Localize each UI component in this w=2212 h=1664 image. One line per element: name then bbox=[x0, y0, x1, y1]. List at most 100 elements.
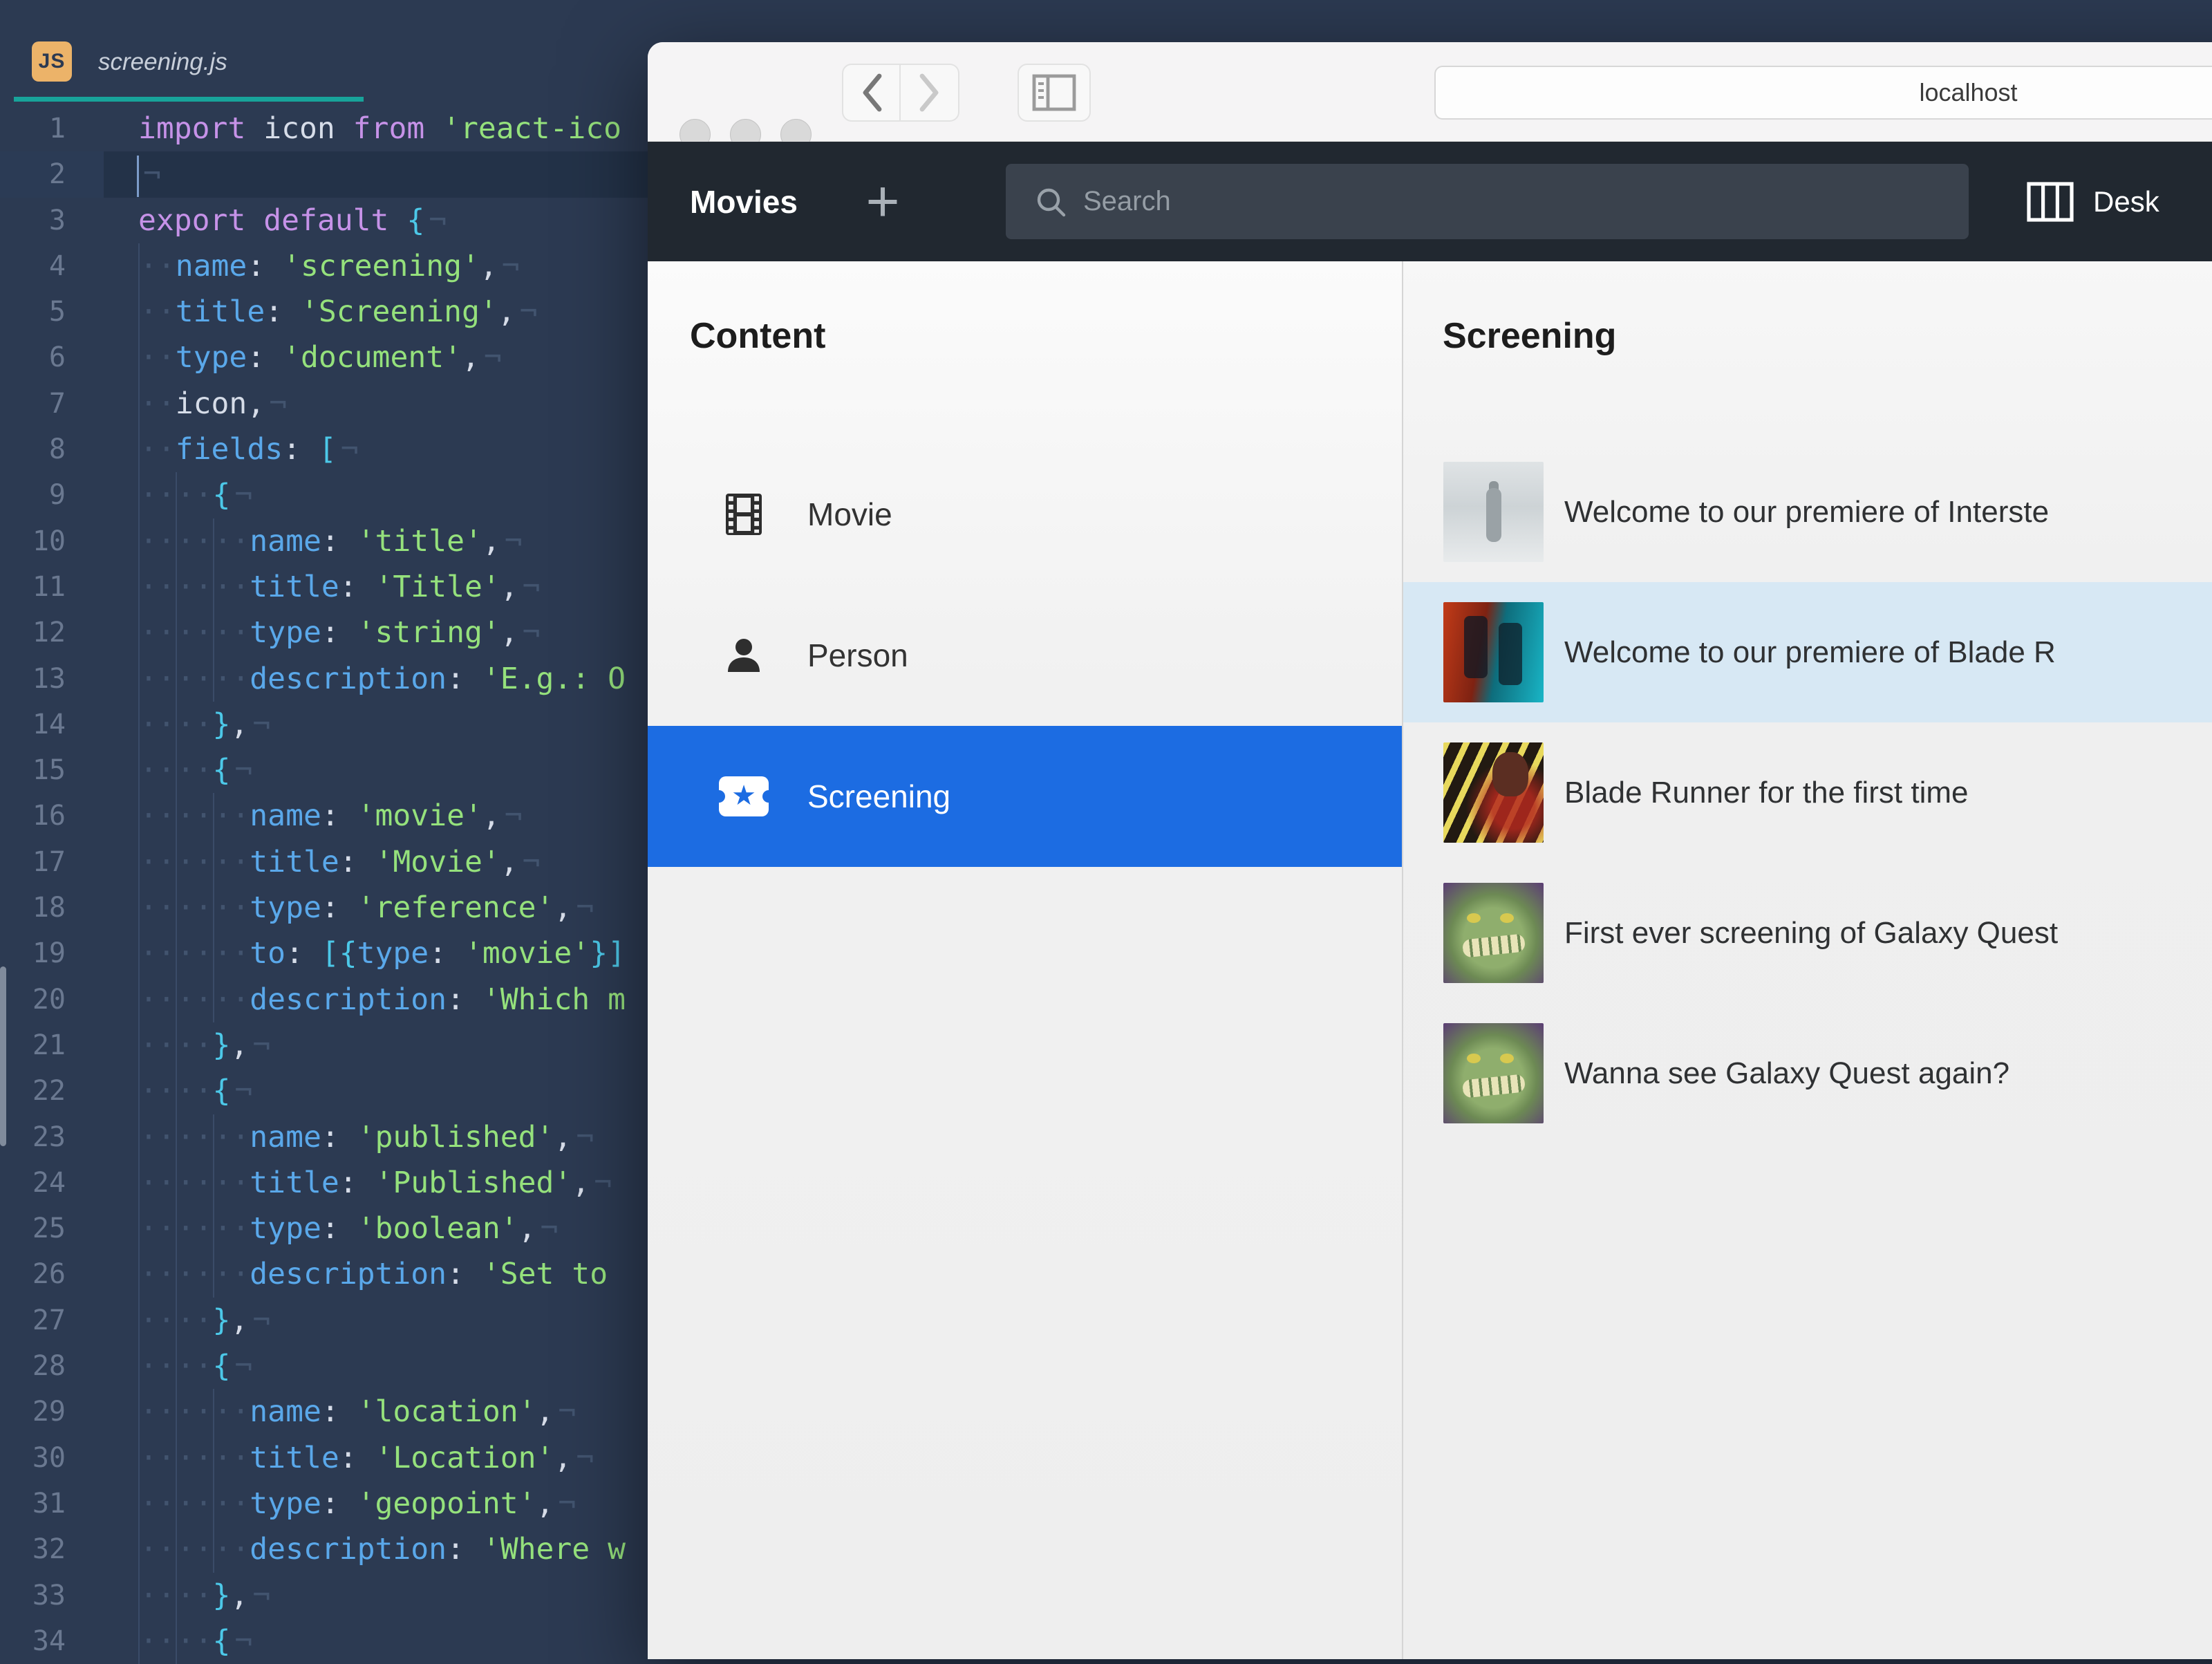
code-line[interactable]: 11······title: 'Title',¬ bbox=[0, 564, 648, 610]
code-area[interactable]: 1import icon from 'react-ico2¬3export de… bbox=[0, 106, 648, 1664]
person-icon bbox=[723, 635, 765, 676]
screening-list-row[interactable]: Welcome to our premiere of Interste bbox=[1403, 442, 2212, 582]
code-line[interactable]: 12······type: 'string',¬ bbox=[0, 610, 648, 655]
line-number: 17 bbox=[0, 839, 66, 885]
line-number: 30 bbox=[0, 1435, 66, 1481]
line-number: 8 bbox=[0, 427, 66, 472]
film-icon bbox=[723, 492, 765, 536]
line-number: 31 bbox=[0, 1481, 66, 1526]
line-number: 22 bbox=[0, 1068, 66, 1114]
code-line[interactable]: 8··fields: [¬ bbox=[0, 427, 648, 472]
editor-tab[interactable]: JS screening.js bbox=[14, 0, 364, 102]
screening-title: Welcome to our premiere of Interste bbox=[1564, 442, 2049, 582]
code-line[interactable]: 1import icon from 'react-ico bbox=[0, 106, 648, 151]
line-number: 2 bbox=[0, 151, 104, 197]
code-line[interactable]: 28····{¬ bbox=[0, 1343, 648, 1389]
code-line[interactable]: 22····{¬ bbox=[0, 1068, 648, 1114]
code-line[interactable]: 13······description: 'E.g.: O bbox=[0, 656, 648, 702]
code-line[interactable]: 20······description: 'Which m bbox=[0, 977, 648, 1022]
code-line[interactable]: 31······type: 'geopoint',¬ bbox=[0, 1481, 648, 1526]
line-number: 18 bbox=[0, 885, 66, 931]
code-line[interactable]: 33····},¬ bbox=[0, 1573, 648, 1618]
line-number: 24 bbox=[0, 1160, 66, 1206]
line-number: 33 bbox=[0, 1573, 66, 1618]
desk-tool-button[interactable]: Desk bbox=[2027, 142, 2159, 261]
code-line[interactable]: 4··name: 'screening',¬ bbox=[0, 243, 648, 289]
search-icon bbox=[1035, 186, 1067, 218]
browser-window: localhost Movies + Desk Content bbox=[648, 42, 2212, 1659]
line-number: 34 bbox=[0, 1618, 66, 1664]
code-line[interactable]: 26······description: 'Set to bbox=[0, 1251, 648, 1297]
code-line[interactable]: 18······type: 'reference',¬ bbox=[0, 885, 648, 931]
browser-toolbar: localhost bbox=[648, 42, 2212, 142]
galaxy-quest-poster bbox=[1443, 1023, 1544, 1123]
line-number: 1 bbox=[0, 106, 66, 151]
line-number: 16 bbox=[0, 793, 66, 839]
sidebar-toggle-button[interactable] bbox=[1018, 64, 1091, 122]
code-line[interactable]: 3export default {¬ bbox=[0, 198, 648, 243]
line-number: 23 bbox=[0, 1114, 66, 1160]
content-item-label: Person bbox=[807, 637, 908, 674]
screening-title: Welcome to our premiere of Blade R bbox=[1564, 582, 2056, 722]
forward-button[interactable] bbox=[901, 64, 959, 122]
sidebar-icon bbox=[1032, 74, 1076, 111]
code-line[interactable]: 9····{¬ bbox=[0, 472, 648, 518]
line-number: 19 bbox=[0, 931, 66, 976]
code-line[interactable]: 32······description: 'Where w bbox=[0, 1526, 648, 1572]
content-item-screening[interactable]: ★ Screening bbox=[648, 726, 1402, 867]
content-item-label: Screening bbox=[807, 778, 950, 815]
code-line[interactable]: 19······to: [{type: 'movie'}] bbox=[0, 931, 648, 976]
screening-list-row[interactable]: Welcome to our premiere of Blade R bbox=[1403, 582, 2212, 722]
line-number: 13 bbox=[0, 656, 66, 702]
project-title: Movies bbox=[690, 142, 798, 261]
line-number: 9 bbox=[0, 472, 66, 518]
code-line[interactable]: 16······name: 'movie',¬ bbox=[0, 793, 648, 839]
scroll-indicator[interactable] bbox=[0, 966, 6, 1146]
line-number: 20 bbox=[0, 977, 66, 1022]
code-line[interactable]: 30······title: 'Location',¬ bbox=[0, 1435, 648, 1481]
add-document-button[interactable]: + bbox=[841, 142, 924, 261]
chevron-right-icon bbox=[918, 73, 941, 112]
line-number: 21 bbox=[0, 1022, 66, 1068]
screening-title: First ever screening of Galaxy Quest bbox=[1564, 863, 2058, 1003]
search-input[interactable] bbox=[1082, 185, 1845, 218]
content-item-label: Movie bbox=[807, 496, 892, 533]
line-number: 14 bbox=[0, 702, 66, 747]
url-address-field[interactable]: localhost bbox=[1434, 66, 2212, 120]
back-button[interactable] bbox=[842, 64, 901, 122]
line-number: 26 bbox=[0, 1251, 66, 1297]
code-line[interactable]: 21····},¬ bbox=[0, 1022, 648, 1068]
code-line[interactable]: 7··icon,¬ bbox=[0, 381, 648, 427]
screening-list-row[interactable]: First ever screening of Galaxy Quest bbox=[1403, 863, 2212, 1003]
code-line[interactable]: 17······title: 'Movie',¬ bbox=[0, 839, 648, 885]
content-item-movie[interactable]: Movie bbox=[648, 444, 1402, 585]
code-line[interactable]: 5··title: 'Screening',¬ bbox=[0, 289, 648, 335]
ticket-icon: ★ bbox=[719, 776, 769, 816]
galaxy-quest-poster bbox=[1443, 883, 1544, 983]
line-number: 5 bbox=[0, 289, 66, 335]
screening-list-panel: Screening Welcome to our premiere of Int… bbox=[1403, 261, 2212, 1659]
chevron-left-icon bbox=[860, 73, 883, 112]
line-number: 28 bbox=[0, 1343, 66, 1389]
code-line[interactable]: 10······name: 'title',¬ bbox=[0, 518, 648, 564]
code-line[interactable]: 24······title: 'Published',¬ bbox=[0, 1160, 648, 1206]
code-line[interactable]: 14····},¬ bbox=[0, 702, 648, 747]
search-field[interactable] bbox=[1006, 164, 1969, 239]
code-line[interactable]: 29······name: 'location',¬ bbox=[0, 1389, 648, 1434]
line-number: 12 bbox=[0, 610, 66, 655]
line-number: 15 bbox=[0, 747, 66, 793]
line-number: 4 bbox=[0, 243, 66, 289]
screening-list-row[interactable]: Blade Runner for the first time bbox=[1403, 722, 2212, 863]
list-panel-heading: Screening bbox=[1443, 315, 1616, 357]
code-line[interactable]: 27····},¬ bbox=[0, 1298, 648, 1343]
screening-list-row[interactable]: Wanna see Galaxy Quest again? bbox=[1403, 1003, 2212, 1143]
code-line[interactable]: 6··type: 'document',¬ bbox=[0, 335, 648, 380]
code-line[interactable]: 15····{¬ bbox=[0, 747, 648, 793]
code-line[interactable]: 23······name: 'published',¬ bbox=[0, 1114, 648, 1160]
code-line[interactable]: 25······type: 'boolean',¬ bbox=[0, 1206, 648, 1251]
code-line[interactable]: 34····{¬ bbox=[0, 1618, 648, 1664]
line-number: 3 bbox=[0, 198, 66, 243]
content-item-person[interactable]: Person bbox=[648, 585, 1402, 726]
active-tab-underline bbox=[14, 97, 364, 102]
code-line[interactable]: 2¬ bbox=[0, 151, 648, 197]
